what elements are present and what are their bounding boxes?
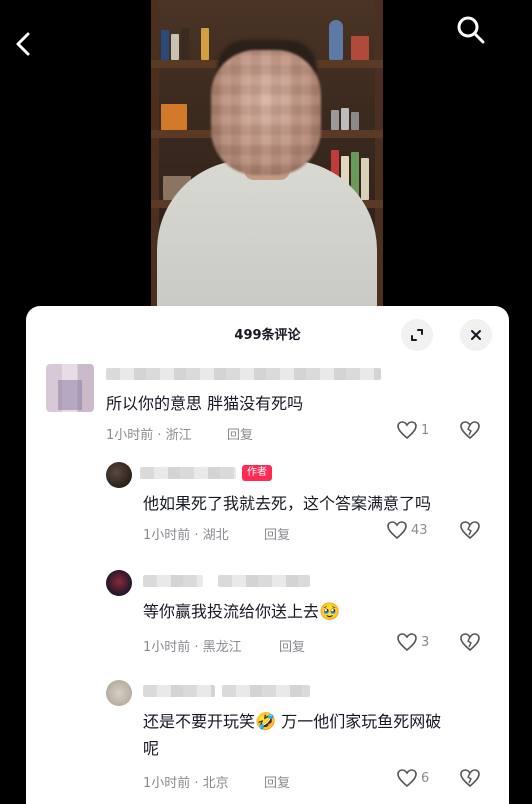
broken-heart-icon (460, 521, 480, 540)
like-button[interactable]: 6 (396, 768, 429, 788)
close-button[interactable] (460, 319, 492, 351)
reply-item: 还是不要开玩笑🤣 万一他们家玩鱼死网破 呢 1小时前 · 北京 回复 6 (26, 678, 509, 804)
like-count: 6 (421, 770, 430, 786)
broken-heart-icon (460, 769, 480, 788)
dislike-button[interactable] (459, 420, 481, 444)
like-count: 3 (421, 634, 430, 650)
book (331, 110, 339, 130)
book (201, 28, 209, 60)
heart-icon (397, 421, 417, 440)
decor-box (161, 104, 187, 130)
vase (329, 20, 343, 60)
comment-count-title: 499条评论 (234, 328, 301, 343)
book (171, 34, 179, 60)
dislike-button[interactable] (459, 768, 481, 792)
heart-icon (387, 521, 407, 540)
video-comment-screen: 499条评论 所以你的意思 胖猫没有死吗 1小时前 · 浙江 回复 1 作者 他… (0, 0, 532, 804)
comment-text-part: 还是不要开玩笑 (143, 712, 256, 731)
comment-time-location: 1小时前 · 北京 (143, 776, 229, 791)
username-blurred[interactable] (218, 575, 310, 587)
reply-button[interactable]: 回复 (264, 524, 290, 543)
avatar[interactable] (46, 364, 94, 412)
emoji: 🤣 (255, 712, 277, 732)
username-blurred[interactable] (222, 685, 310, 697)
expand-icon (411, 329, 423, 341)
avatar[interactable] (106, 462, 132, 488)
avatar[interactable] (106, 680, 132, 706)
comment-text: 他如果死了我就去死，这个答案满意了吗 (143, 494, 432, 513)
search-icon (457, 16, 485, 44)
expand-button[interactable] (401, 319, 433, 351)
chevron-left-icon (16, 32, 30, 56)
comment-time-location: 1小时前 · 浙江 (106, 428, 192, 443)
dislike-button[interactable] (459, 520, 481, 544)
author-badge: 作者 (242, 465, 272, 481)
back-button[interactable] (8, 26, 38, 62)
like-count: 1 (421, 422, 430, 438)
username-blurred[interactable] (106, 368, 381, 380)
broken-heart-icon (460, 421, 480, 440)
avatar[interactable] (106, 570, 132, 596)
book (181, 28, 189, 60)
video-frame[interactable] (151, 0, 383, 310)
comment-time-location: 1小时前 · 湖北 (143, 528, 229, 543)
comment-time-location: 1小时前 · 黑龙江 (143, 640, 242, 655)
reply-item: 等你赢我投流给你送上去🥹 1小时前 · 黑龙江 回复 3 (26, 568, 509, 660)
blurred-face (211, 50, 321, 175)
reply-item: 作者 他如果死了我就去死，这个答案满意了吗 1小时前 · 湖北 回复 43 (26, 460, 509, 552)
reply-button[interactable]: 回复 (227, 424, 253, 443)
like-button[interactable]: 1 (396, 420, 429, 440)
book (351, 112, 359, 130)
broken-heart-icon (460, 633, 480, 652)
like-count: 43 (411, 522, 428, 538)
like-button[interactable]: 43 (386, 520, 428, 540)
book (341, 108, 349, 130)
close-icon (471, 330, 481, 340)
username-blurred[interactable] (143, 575, 203, 587)
comment-panel: 499条评论 所以你的意思 胖猫没有死吗 1小时前 · 浙江 回复 1 作者 他… (26, 306, 509, 804)
book (161, 30, 169, 60)
comment-text: 还是不要开玩笑🤣 万一他们家玩鱼死网破 (143, 708, 441, 736)
comment-text-line2: 呢 (143, 739, 160, 758)
search-button[interactable] (453, 12, 489, 48)
reply-button[interactable]: 回复 (279, 636, 305, 655)
heart-icon (397, 633, 417, 652)
book (351, 36, 369, 60)
person-body (157, 160, 377, 310)
comment-text-part: 万一他们家玩鱼死网破 (281, 712, 442, 731)
comment-text: 所以你的意思 胖猫没有死吗 (106, 394, 304, 413)
like-button[interactable]: 3 (396, 632, 429, 652)
heart-icon (397, 769, 417, 788)
comment-text-body: 等你赢我投流给你送上去 (143, 602, 320, 621)
username-blurred[interactable] (140, 467, 236, 479)
reply-button[interactable]: 回复 (264, 772, 290, 791)
book (361, 158, 369, 200)
comment-item: 所以你的意思 胖猫没有死吗 1小时前 · 浙江 回复 1 (26, 364, 509, 454)
emoji: 🥹 (319, 602, 341, 622)
dislike-button[interactable] (459, 632, 481, 656)
comment-text: 等你赢我投流给你送上去🥹 (143, 598, 340, 626)
username-blurred[interactable] (143, 685, 215, 697)
